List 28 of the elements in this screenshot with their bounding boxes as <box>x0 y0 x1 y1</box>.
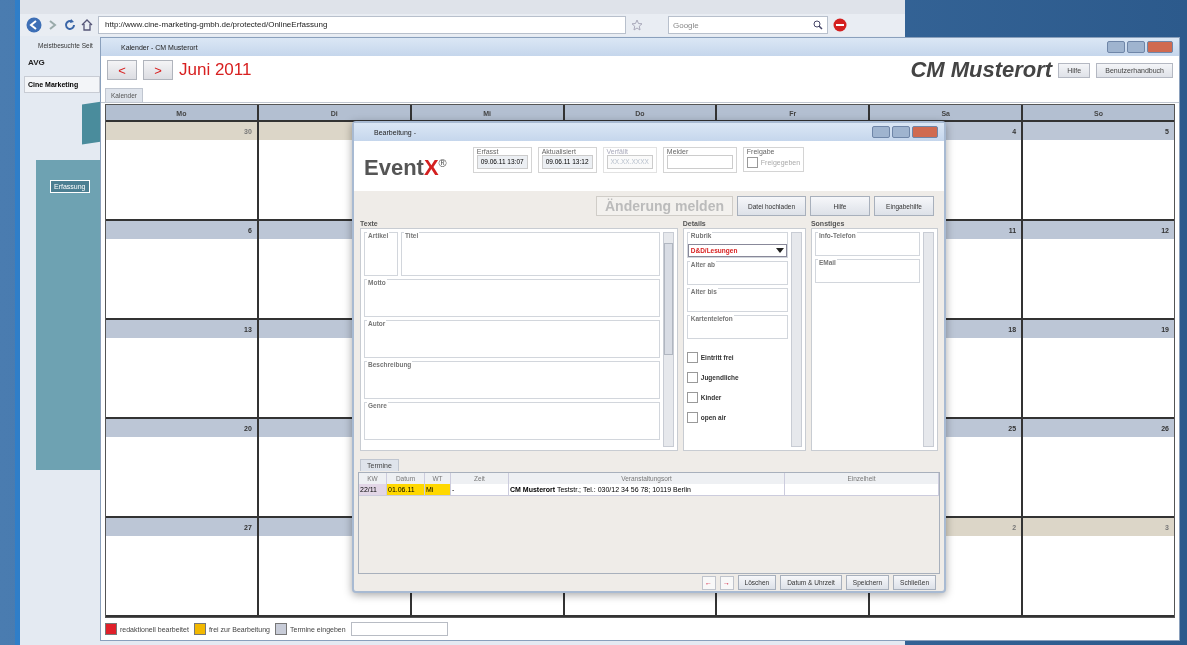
month-nav-button[interactable]: < <box>107 60 137 80</box>
maximize-icon[interactable] <box>892 126 910 138</box>
star-icon[interactable] <box>631 19 643 31</box>
address-field[interactable]: http://www.cine-marketing-gmbh.de/protected/OnlineErfassung <box>98 16 626 34</box>
minimize-icon[interactable] <box>872 126 890 138</box>
month-title: Juni 2011 <box>179 60 252 80</box>
brand-title: CM Musterort <box>910 57 1053 83</box>
month-nav-button[interactable]: > <box>143 60 173 80</box>
back-icon[interactable] <box>26 17 42 33</box>
toolbar-brand[interactable]: AVG <box>20 49 100 67</box>
close-icon[interactable] <box>1147 41 1173 53</box>
close-icon[interactable] <box>912 126 938 138</box>
maximize-icon[interactable] <box>1127 41 1145 53</box>
home-icon[interactable] <box>81 19 93 31</box>
reload-icon[interactable] <box>64 19 76 31</box>
dropdown-arrow-icon[interactable] <box>775 248 784 253</box>
scrollbar[interactable] <box>790 232 802 447</box>
search-field[interactable]: Google <box>668 16 828 34</box>
decorative-shape <box>82 101 102 145</box>
forward-icon[interactable] <box>47 19 59 31</box>
scrollbar[interactable] <box>662 232 674 447</box>
minimize-icon[interactable] <box>1107 41 1125 53</box>
eventx-logo: EventX$^{®}$ <box>364 155 447 181</box>
input-field[interactable] <box>350 622 448 636</box>
value-field[interactable] <box>666 155 733 169</box>
search-icon[interactable] <box>813 20 823 30</box>
scrollbar[interactable] <box>923 232 934 447</box>
stop-sign-icon[interactable] <box>833 18 847 32</box>
